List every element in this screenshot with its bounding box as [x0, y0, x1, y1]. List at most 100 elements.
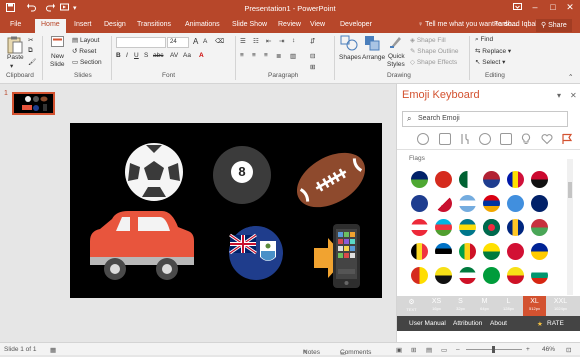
flag-emoji[interactable] [435, 267, 452, 284]
tab-animations[interactable]: Animations [185, 21, 220, 28]
tab-file[interactable]: File [10, 21, 21, 28]
flag-emoji[interactable] [411, 243, 428, 260]
close-icon[interactable]: ✕ [563, 2, 577, 13]
tab-view[interactable]: View [310, 21, 325, 28]
flag-emoji[interactable] [483, 195, 500, 212]
font-name-field[interactable] [116, 37, 166, 48]
soccer-ball-emoji[interactable] [125, 143, 183, 201]
tab-transitions[interactable]: Transitions [137, 21, 171, 28]
panel-scrollbar[interactable] [567, 159, 573, 295]
shadow-icon[interactable]: S [144, 52, 148, 59]
flag-emoji[interactable] [531, 195, 548, 212]
minimize-icon[interactable]: – [528, 2, 542, 12]
reading-view-icon[interactable]: ▤ [426, 346, 432, 354]
american-football-emoji[interactable] [287, 142, 374, 219]
flag-emoji[interactable] [483, 219, 500, 236]
align-text-icon[interactable]: ⊟ [310, 52, 315, 60]
normal-view-icon[interactable]: ▣ [396, 346, 402, 354]
panel-options-icon[interactable]: ▾ [557, 91, 561, 100]
slide-show-icon[interactable]: ▭ [441, 346, 447, 354]
increase-font-icon[interactable]: A [193, 37, 198, 46]
flag-emoji[interactable] [411, 267, 428, 284]
quick-styles-label-2[interactable]: Styles [387, 61, 405, 68]
tab-slide-show[interactable]: Slide Show [232, 21, 267, 28]
flag-emoji[interactable] [459, 171, 476, 188]
symbols-category-icon[interactable] [541, 133, 553, 145]
line-spacing-icon[interactable]: ↕ [292, 37, 295, 44]
size-option-xl[interactable]: XL 512px [523, 296, 546, 316]
align-center-icon[interactable]: ≡ [252, 52, 256, 59]
size-option-xxl[interactable]: XXL 1024px [549, 296, 572, 316]
size-option-s[interactable]: S 32px [449, 296, 472, 316]
smiley-category-icon[interactable] [417, 133, 429, 145]
attribution-link[interactable]: Attribution [453, 320, 482, 327]
increase-indent-icon[interactable]: ⇥ [279, 37, 284, 45]
section-button[interactable]: ▭ Section [72, 58, 102, 66]
text-direction-icon[interactable]: ⇵ [310, 37, 315, 45]
flag-emoji[interactable] [483, 243, 500, 260]
flag-emoji[interactable] [459, 219, 476, 236]
animal-category-icon[interactable] [439, 133, 451, 145]
quick-styles-label-1[interactable]: Quick [388, 53, 405, 60]
flag-emoji[interactable] [411, 195, 428, 212]
flag-emoji[interactable] [435, 243, 452, 260]
underline-icon[interactable]: U [134, 52, 139, 59]
user-name[interactable]: Farshad Iqbal [494, 21, 537, 28]
panel-scrollbar-thumb[interactable] [568, 182, 572, 198]
flag-emoji[interactable] [411, 219, 428, 236]
flag-emoji[interactable] [531, 243, 548, 260]
new-slide-label-1[interactable]: New [51, 53, 64, 60]
flag-emoji[interactable] [507, 243, 524, 260]
paste-dropdown-icon[interactable]: ▾ [10, 62, 13, 70]
shape-outline-button[interactable]: ✎ Shape Outline [410, 47, 458, 55]
shape-fill-button[interactable]: ◈ Shape Fill [410, 36, 446, 44]
font-color-icon[interactable]: A [199, 52, 204, 59]
align-left-icon[interactable]: ≡ [240, 52, 244, 59]
layout-button[interactable]: ▤ Layout [72, 36, 99, 44]
tab-insert[interactable]: Insert [74, 21, 92, 28]
rate-link[interactable]: RATE [547, 320, 564, 327]
strikethrough-icon[interactable]: abc [153, 52, 163, 59]
flag-emoji[interactable] [459, 267, 476, 284]
reset-button[interactable]: ↺ Reset [72, 47, 96, 55]
tab-home[interactable]: Home [35, 19, 66, 33]
food-category-icon[interactable] [459, 133, 471, 145]
change-case-icon[interactable]: Aa [183, 52, 191, 59]
objects-category-icon[interactable] [520, 133, 532, 145]
emoji-search-input[interactable]: ⌕ Search Emoji [402, 111, 568, 127]
fit-to-window-icon[interactable]: ⊡ [566, 346, 571, 354]
flag-emoji[interactable] [507, 195, 524, 212]
format-painter-icon[interactable]: 🖌 [28, 58, 36, 66]
falkland-islands-flag-emoji[interactable] [229, 226, 283, 280]
flag-emoji[interactable] [483, 267, 500, 284]
cut-icon[interactable]: ✂ [28, 36, 33, 44]
paste-icon[interactable] [7, 36, 23, 56]
decrease-indent-icon[interactable]: ⇤ [266, 37, 271, 45]
about-link[interactable]: About [490, 320, 507, 327]
shapes-button[interactable]: Shapes [339, 54, 361, 61]
slide-sorter-icon[interactable]: ⊞ [411, 346, 416, 354]
flag-emoji[interactable] [507, 219, 524, 236]
font-size-field[interactable]: 24 [167, 37, 189, 48]
shapes-icon[interactable] [340, 35, 358, 53]
8-ball-emoji[interactable]: 8 [213, 146, 271, 204]
bullets-icon[interactable]: ☰ [240, 37, 246, 45]
size-option-xs[interactable]: XS 16px [425, 296, 448, 316]
flags-category-icon[interactable] [561, 133, 573, 145]
arrange-button[interactable]: Arrange [362, 54, 385, 61]
quick-styles-icon[interactable] [389, 35, 403, 51]
new-slide-icon[interactable] [51, 36, 64, 52]
slide-thumbnail[interactable] [12, 92, 55, 115]
collapse-ribbon-icon[interactable]: ⌃ [568, 73, 573, 81]
flag-emoji[interactable] [531, 267, 548, 284]
justify-icon[interactable]: ≣ [276, 52, 281, 60]
numbering-icon[interactable]: ☷ [253, 37, 259, 45]
columns-icon[interactable]: ▥ [290, 52, 296, 60]
zoom-level[interactable]: 46% [542, 346, 555, 353]
flag-emoji[interactable] [411, 171, 428, 188]
flag-emoji[interactable] [459, 195, 476, 212]
shape-effects-button[interactable]: ◇ Shape Effects [410, 58, 457, 66]
flag-emoji[interactable] [435, 195, 452, 212]
arrange-icon[interactable] [364, 35, 380, 53]
flag-emoji[interactable] [531, 171, 548, 188]
